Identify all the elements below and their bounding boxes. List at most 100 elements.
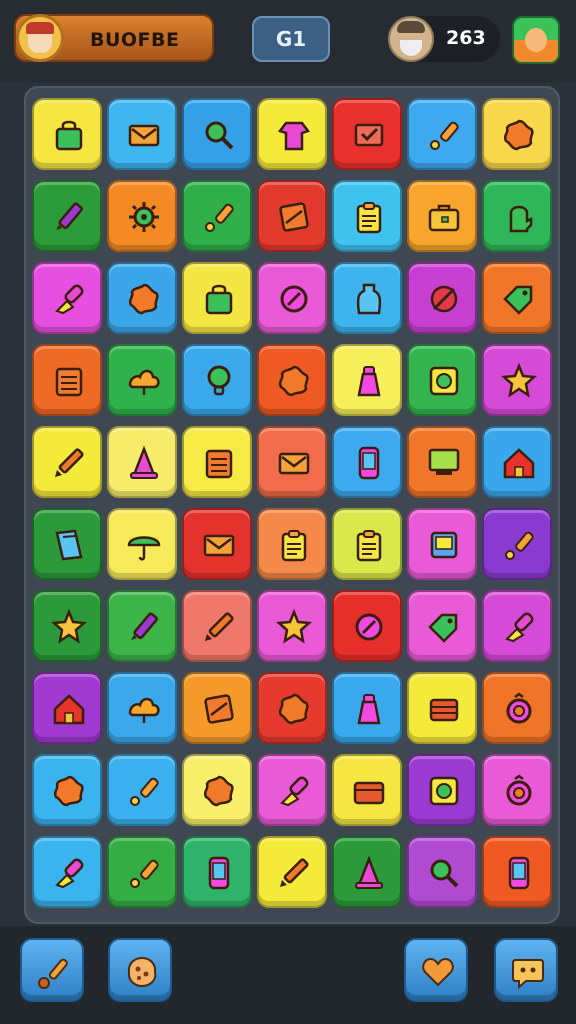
game-tile[interactable] <box>332 180 402 252</box>
game-tile[interactable] <box>32 672 102 744</box>
game-tile[interactable] <box>32 836 102 908</box>
blob-icon <box>203 775 234 807</box>
paintbrush-icon <box>55 858 84 889</box>
tag-icon <box>503 285 533 315</box>
game-tile[interactable] <box>482 590 552 662</box>
game-tile[interactable] <box>182 98 252 170</box>
game-tile[interactable] <box>107 344 177 416</box>
tag-icon <box>428 613 458 643</box>
circle-icon <box>280 285 308 313</box>
bottle-icon <box>357 694 381 725</box>
game-tile[interactable] <box>257 180 327 252</box>
game-tile[interactable] <box>107 98 177 170</box>
brush-tool-button[interactable] <box>20 938 84 1002</box>
game-tile[interactable] <box>257 262 327 334</box>
game-tile[interactable] <box>107 590 177 662</box>
menu-button[interactable] <box>512 16 560 64</box>
pencil-icon <box>280 858 309 887</box>
game-tile[interactable] <box>182 754 252 826</box>
game-tile[interactable] <box>107 426 177 498</box>
player-hat <box>26 22 54 34</box>
game-tile[interactable] <box>32 180 102 252</box>
top-bar: BUOFBE G1 263 <box>0 0 576 82</box>
player-avatar[interactable] <box>16 14 64 62</box>
game-tile[interactable] <box>257 98 327 170</box>
game-tile[interactable] <box>107 754 177 826</box>
game-tile[interactable] <box>407 180 477 252</box>
game-tile[interactable] <box>107 180 177 252</box>
game-tile[interactable] <box>257 672 327 744</box>
circle-icon <box>355 613 383 641</box>
game-tile[interactable] <box>407 836 477 908</box>
game-tile[interactable] <box>407 672 477 744</box>
bottle-icon <box>357 366 381 397</box>
paintbrush-icon <box>55 284 84 315</box>
game-tile[interactable] <box>32 590 102 662</box>
game-tile[interactable] <box>482 508 552 580</box>
game-tile[interactable] <box>32 262 102 334</box>
game-tile[interactable] <box>332 836 402 908</box>
heart-icon <box>422 957 454 987</box>
game-tile[interactable] <box>107 508 177 580</box>
game-tile[interactable] <box>332 754 402 826</box>
game-tile[interactable] <box>482 180 552 252</box>
game-tile[interactable] <box>107 262 177 334</box>
opponent-badge[interactable]: 263 <box>388 16 500 62</box>
clipboard-icon <box>356 530 382 562</box>
pacman-icon <box>430 285 458 313</box>
game-tile[interactable] <box>32 98 102 170</box>
star-icon <box>501 363 537 398</box>
game-tile[interactable] <box>407 754 477 826</box>
game-tile[interactable] <box>257 426 327 498</box>
game-tile[interactable] <box>482 426 552 498</box>
blob-icon <box>278 365 309 397</box>
game-tile[interactable] <box>257 590 327 662</box>
magnifier-icon <box>430 859 459 888</box>
cone-icon <box>355 855 383 889</box>
game-tile[interactable] <box>32 754 102 826</box>
game-tile[interactable] <box>482 344 552 416</box>
game-tile[interactable] <box>107 672 177 744</box>
game-tile[interactable] <box>332 98 402 170</box>
game-tile[interactable] <box>182 180 252 252</box>
game-tile[interactable] <box>332 426 402 498</box>
game-tile[interactable] <box>257 344 327 416</box>
game-tile[interactable] <box>482 262 552 334</box>
player-badge[interactable]: BUOFBE <box>14 14 214 62</box>
game-tile[interactable] <box>482 836 552 908</box>
heart-tool-button[interactable] <box>404 938 468 1002</box>
game-tile[interactable] <box>332 262 402 334</box>
game-tile[interactable] <box>332 344 402 416</box>
game-tile[interactable] <box>182 344 252 416</box>
game-tile[interactable] <box>182 590 252 662</box>
cookie-tool-button[interactable] <box>108 938 172 1002</box>
game-tile[interactable] <box>482 98 552 170</box>
game-tile[interactable] <box>182 672 252 744</box>
game-tile[interactable] <box>407 98 477 170</box>
game-tile[interactable] <box>32 344 102 416</box>
game-tile[interactable] <box>407 262 477 334</box>
game-tile[interactable] <box>182 836 252 908</box>
game-tile[interactable] <box>332 672 402 744</box>
bottom-toolbar <box>0 926 576 1024</box>
game-tile[interactable] <box>482 754 552 826</box>
game-tile[interactable] <box>407 590 477 662</box>
game-tile[interactable] <box>332 590 402 662</box>
game-tile[interactable] <box>182 426 252 498</box>
game-tile[interactable] <box>182 508 252 580</box>
game-tile[interactable] <box>32 426 102 498</box>
game-tile[interactable] <box>407 344 477 416</box>
game-tile[interactable] <box>257 508 327 580</box>
chat-tool-button[interactable] <box>494 938 558 1002</box>
game-tile[interactable] <box>32 508 102 580</box>
game-tile[interactable] <box>332 508 402 580</box>
opponent-avatar[interactable] <box>388 16 434 62</box>
game-tile[interactable] <box>107 836 177 908</box>
game-tile[interactable] <box>257 754 327 826</box>
game-tile[interactable] <box>407 508 477 580</box>
game-tile[interactable] <box>482 672 552 744</box>
game-tile[interactable] <box>407 426 477 498</box>
game-tile[interactable] <box>257 836 327 908</box>
star-icon <box>51 609 87 644</box>
game-tile[interactable] <box>182 262 252 334</box>
